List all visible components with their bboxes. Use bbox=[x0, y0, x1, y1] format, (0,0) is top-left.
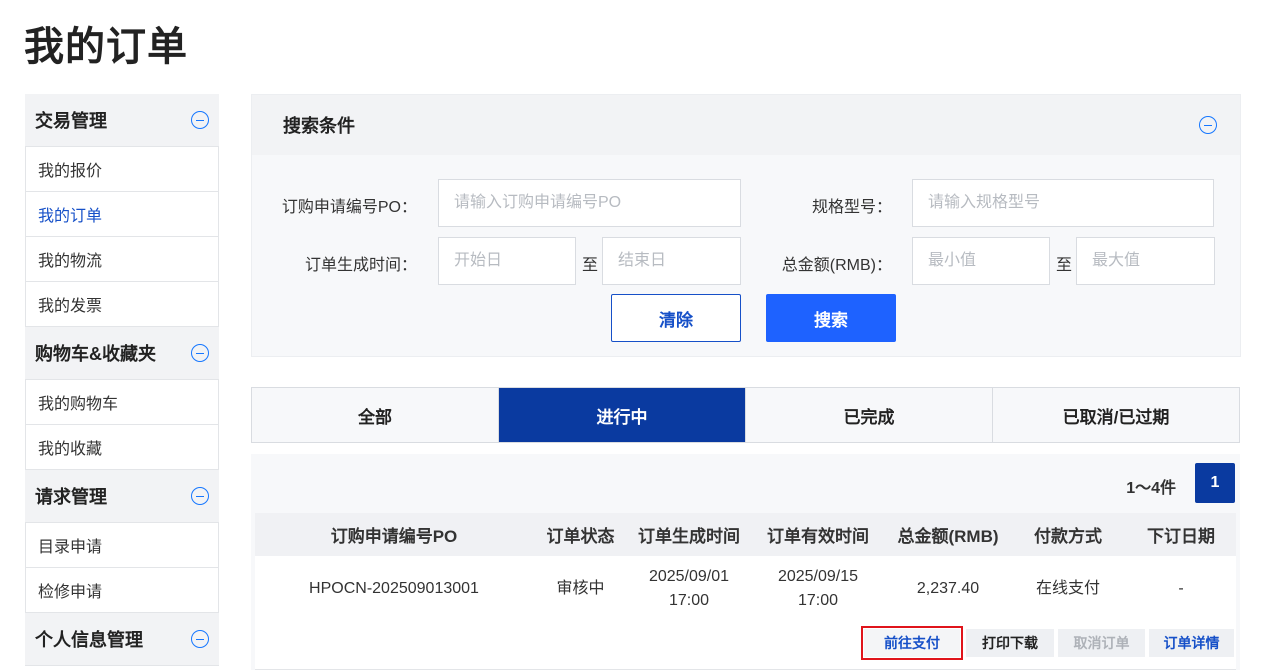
sidebar-group-title: 请求管理 bbox=[35, 487, 107, 507]
order-status-tabs: 全部 进行中 已完成 已取消/已过期 bbox=[251, 387, 1240, 443]
amount-range-separator: 至 bbox=[1056, 257, 1073, 274]
column-header-status: 订单状态 bbox=[546, 527, 615, 546]
collapse-icon[interactable] bbox=[191, 630, 209, 648]
cancel-order-button[interactable]: 取消订单 bbox=[1058, 629, 1145, 657]
column-header-created-time: 订单生成时间 bbox=[638, 527, 740, 546]
cell-created-clock: 17:00 bbox=[668, 592, 710, 609]
cell-created-date: 2025/09/01 bbox=[648, 568, 730, 585]
spec-label: 规格型号： bbox=[811, 199, 892, 216]
collapse-icon[interactable] bbox=[1199, 116, 1217, 134]
collapse-icon[interactable] bbox=[191, 344, 209, 362]
sidebar-group-title: 购物车&收藏夹 bbox=[35, 344, 156, 364]
search-button[interactable]: 搜索 bbox=[766, 294, 896, 342]
cell-order-date: - bbox=[1178, 580, 1184, 597]
sidebar-group-title: 交易管理 bbox=[35, 111, 107, 131]
sidebar-group-profile[interactable]: 个人信息管理 bbox=[25, 613, 219, 666]
sidebar-item-repair-request[interactable]: 检修申请 bbox=[25, 568, 219, 613]
amount-label: 总金额(RMB)： bbox=[781, 257, 892, 274]
cell-valid-clock: 17:00 bbox=[797, 592, 839, 609]
cell-payment: 在线支付 bbox=[1035, 580, 1100, 597]
clear-button[interactable]: 清除 bbox=[611, 294, 741, 342]
column-header-valid-time: 订单有效时间 bbox=[767, 527, 869, 546]
collapse-icon[interactable] bbox=[191, 111, 209, 129]
spec-input[interactable] bbox=[912, 179, 1214, 227]
collapse-icon[interactable] bbox=[191, 487, 209, 505]
sidebar-group-cart[interactable]: 购物车&收藏夹 bbox=[25, 327, 219, 380]
sidebar-item-my-cart[interactable]: 我的购物车 bbox=[25, 380, 219, 425]
order-detail-button[interactable]: 订单详情 bbox=[1149, 629, 1234, 657]
cell-valid-time: 2025/09/15 17:00 bbox=[750, 556, 886, 622]
tab-all[interactable]: 全部 bbox=[252, 388, 499, 442]
sidebar-item-my-logistics[interactable]: 我的物流 bbox=[25, 237, 219, 282]
amount-min-input[interactable] bbox=[912, 237, 1050, 285]
column-header-po: 订购申请编号PO bbox=[330, 527, 458, 546]
tab-in-progress[interactable]: 进行中 bbox=[499, 388, 746, 442]
date-start-input[interactable] bbox=[438, 237, 576, 285]
page-title: 我的订单 bbox=[24, 25, 188, 69]
cell-status: 审核中 bbox=[556, 580, 605, 597]
search-title: 搜索条件 bbox=[283, 116, 355, 136]
print-download-button[interactable]: 打印下载 bbox=[966, 629, 1054, 657]
sidebar-group-title: 个人信息管理 bbox=[35, 630, 143, 650]
sidebar: 交易管理 我的报价 我的订单 我的物流 我的发票 购物车&收藏夹 我的购物车 我… bbox=[25, 94, 219, 666]
column-header-payment: 付款方式 bbox=[1034, 527, 1102, 546]
date-label: 订单生成时间： bbox=[304, 257, 417, 274]
column-header-amount: 总金额(RMB) bbox=[897, 527, 999, 546]
po-input[interactable] bbox=[438, 179, 741, 227]
sidebar-item-my-quotes[interactable]: 我的报价 bbox=[25, 147, 219, 192]
sidebar-item-my-invoices[interactable]: 我的发票 bbox=[25, 282, 219, 327]
table-header: 订购申请编号PO 订单状态 订单生成时间 订单有效时间 总金额(RMB) 付款方… bbox=[255, 513, 1236, 556]
results-panel: 1～4件 1 订购申请编号PO 订单状态 订单生成时间 订单有效时间 总金额(R… bbox=[251, 454, 1240, 670]
sidebar-item-catalog-request[interactable]: 目录申请 bbox=[25, 523, 219, 568]
sidebar-group-trade[interactable]: 交易管理 bbox=[25, 94, 219, 147]
cell-valid-date: 2025/09/15 bbox=[777, 568, 859, 585]
result-count: 1～4件 bbox=[1126, 480, 1176, 497]
search-header[interactable]: 搜索条件 bbox=[252, 95, 1240, 155]
sidebar-item-my-favorites[interactable]: 我的收藏 bbox=[25, 425, 219, 470]
cell-amount: 2,237.40 bbox=[916, 580, 980, 597]
date-end-input[interactable] bbox=[602, 237, 741, 285]
tab-cancelled-expired[interactable]: 已取消/已过期 bbox=[993, 388, 1239, 442]
cell-po: HPOCN-202509013001 bbox=[309, 580, 479, 597]
search-panel: 搜索条件 订购申请编号PO： 规格型号： 订单生成时间： 至 总金额(RMB)：… bbox=[251, 94, 1241, 357]
cell-created-time: 2025/09/01 17:00 bbox=[628, 556, 750, 622]
table-row: HPOCN-202509013001 审核中 2025/09/01 17:00 … bbox=[255, 556, 1236, 670]
tab-completed[interactable]: 已完成 bbox=[746, 388, 993, 442]
go-to-payment-button[interactable]: 前往支付 bbox=[861, 626, 963, 660]
sidebar-item-my-orders[interactable]: 我的订单 bbox=[25, 192, 219, 237]
page-button-1[interactable]: 1 bbox=[1195, 463, 1235, 503]
po-label: 订购申请编号PO： bbox=[281, 199, 417, 216]
sidebar-group-requests[interactable]: 请求管理 bbox=[25, 470, 219, 523]
column-header-order-date: 下订日期 bbox=[1147, 527, 1215, 546]
date-range-separator: 至 bbox=[582, 257, 599, 274]
amount-max-input[interactable] bbox=[1076, 237, 1215, 285]
